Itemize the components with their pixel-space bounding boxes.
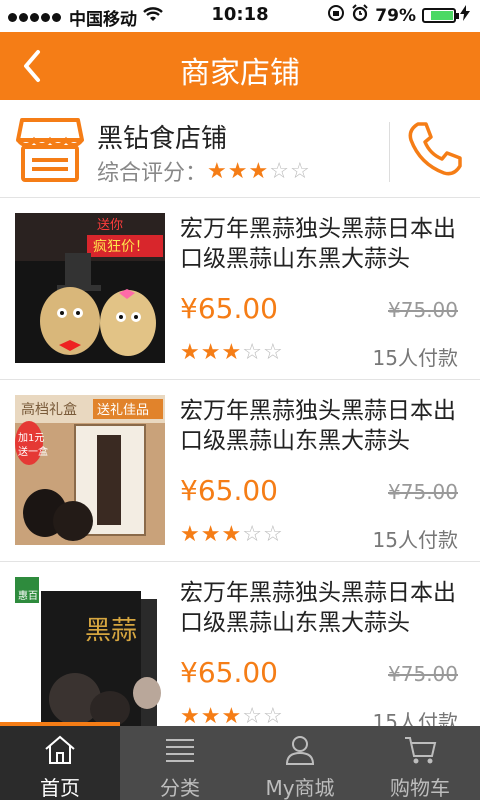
product-sales-count: 15人付款 (372, 346, 458, 370)
product-image: 高档礼盒 送礼佳品 加1元 送一盒 (15, 395, 165, 545)
user-icon (285, 736, 315, 765)
rating-stars: ★ ★ ★ ☆ ☆ (207, 159, 311, 184)
tab-label: My商城 (265, 776, 335, 800)
product-rating: ★ ★ ★ ☆ ☆ (180, 522, 284, 547)
divider (389, 122, 390, 182)
product-title: 宏万年黑蒜独头黑蒜日本出口级黑蒜山东黑大蒜头 (180, 216, 456, 272)
product-image: 送你 疯狂价！ (15, 213, 165, 363)
product-original-price: ¥75.00 (388, 662, 458, 686)
charging-icon (460, 5, 470, 26)
tab-bar: 首页 分类 My商城 购物车 (0, 726, 480, 800)
image-text: 送礼佳品 (97, 402, 149, 418)
star-empty-icon: ☆ (242, 704, 263, 726)
star-filled-icon: ★ (207, 158, 228, 184)
product-list[interactable]: 送你 疯狂价！ 宏万年黑蒜独头黑蒜日本出口级黑蒜山东黑大蒜头 ¥65.00 ¥7… (0, 198, 480, 726)
star-filled-icon: ★ (221, 340, 243, 365)
list-item[interactable]: 送你 疯狂价！ 宏万年黑蒜独头黑蒜日本出口级黑蒜山东黑大蒜头 ¥65.00 ¥7… (0, 198, 480, 380)
image-text: 送你 (97, 218, 123, 233)
star-filled-icon: ★ (227, 158, 249, 184)
star-filled-icon: ★ (180, 704, 201, 726)
star-empty-icon: ☆ (242, 340, 263, 365)
star-filled-icon: ★ (200, 340, 222, 365)
tab-label: 首页 (40, 776, 80, 800)
tab-category[interactable]: 分类 (120, 726, 240, 800)
page-title: 商家店铺 (180, 56, 300, 91)
image-text: 疯狂价！ (93, 239, 149, 255)
alarm-icon (351, 4, 369, 27)
star-empty-icon: ☆ (242, 522, 263, 547)
product-title: 宏万年黑蒜独头黑蒜日本出口级黑蒜山东黑大蒜头 (180, 398, 456, 454)
product-title: 宏万年黑蒜独头黑蒜日本出口级黑蒜山东黑大蒜头 (180, 580, 456, 636)
store-icon (16, 118, 84, 182)
tab-label: 购物车 (390, 776, 450, 800)
star-filled-icon: ★ (180, 522, 201, 547)
image-text: 惠百 (18, 589, 38, 602)
tab-label: 分类 (160, 776, 200, 800)
rating-label: 综合评分： (97, 161, 208, 186)
home-icon (45, 735, 75, 764)
star-empty-icon: ☆ (262, 522, 284, 547)
product-image: 惠百 黑蒜 (15, 577, 165, 726)
list-item[interactable]: 高档礼盒 送礼佳品 加1元 送一盒 宏万年黑蒜独头黑蒜日本出口级黑蒜山东黑大蒜头… (0, 380, 480, 562)
shop-name: 黑钻食店铺 (97, 124, 228, 154)
star-filled-icon: ★ (200, 522, 222, 547)
image-text: 高档礼盒 (21, 401, 77, 418)
tab-cart[interactable]: 购物车 (360, 726, 480, 800)
image-text: 黑蒜 (85, 616, 137, 646)
image-text: 加1元 (18, 432, 44, 444)
image-text: 送一盒 (18, 445, 48, 458)
list-icon (166, 739, 194, 762)
product-price: ¥65.00 (180, 292, 278, 325)
star-empty-icon: ☆ (289, 158, 311, 184)
product-sales-count: 15人付款 (372, 710, 458, 726)
shop-rating: 综合评分： ★ ★ ★ ☆ ☆ (97, 155, 311, 187)
product-rating: ★ ★ ★ ☆ ☆ (180, 704, 284, 726)
phone-icon[interactable] (404, 118, 466, 180)
star-filled-icon: ★ (180, 340, 201, 365)
star-filled-icon: ★ (221, 522, 243, 547)
product-rating: ★ ★ ★ ☆ ☆ (180, 340, 284, 365)
tab-home[interactable]: 首页 (0, 726, 120, 800)
nav-bar: 商家店铺 (0, 32, 480, 100)
star-empty-icon: ☆ (269, 158, 290, 184)
product-original-price: ¥75.00 (388, 480, 458, 504)
star-filled-icon: ★ (200, 704, 222, 726)
product-original-price: ¥75.00 (388, 298, 458, 322)
battery-percent: 79% (375, 5, 416, 26)
tab-my-mall[interactable]: My商城 (240, 726, 360, 800)
product-price: ¥65.00 (180, 474, 278, 507)
star-filled-icon: ★ (248, 158, 270, 184)
star-filled-icon: ★ (221, 704, 243, 726)
shop-header: 黑钻食店铺 综合评分： ★ ★ ★ ☆ ☆ (0, 100, 480, 198)
star-empty-icon: ☆ (262, 704, 284, 726)
cart-icon (405, 737, 437, 764)
product-price: ¥65.00 (180, 656, 278, 689)
product-sales-count: 15人付款 (372, 528, 458, 552)
battery-icon (422, 8, 459, 23)
star-empty-icon: ☆ (262, 340, 284, 365)
status-bar: 中国移动 10:18 79% (0, 0, 480, 32)
rotation-lock-icon (327, 4, 345, 27)
list-item[interactable]: 惠百 黑蒜 宏万年黑蒜独头黑蒜日本出口级黑蒜山东黑大蒜头 ¥65.00 ¥75.… (0, 562, 480, 726)
